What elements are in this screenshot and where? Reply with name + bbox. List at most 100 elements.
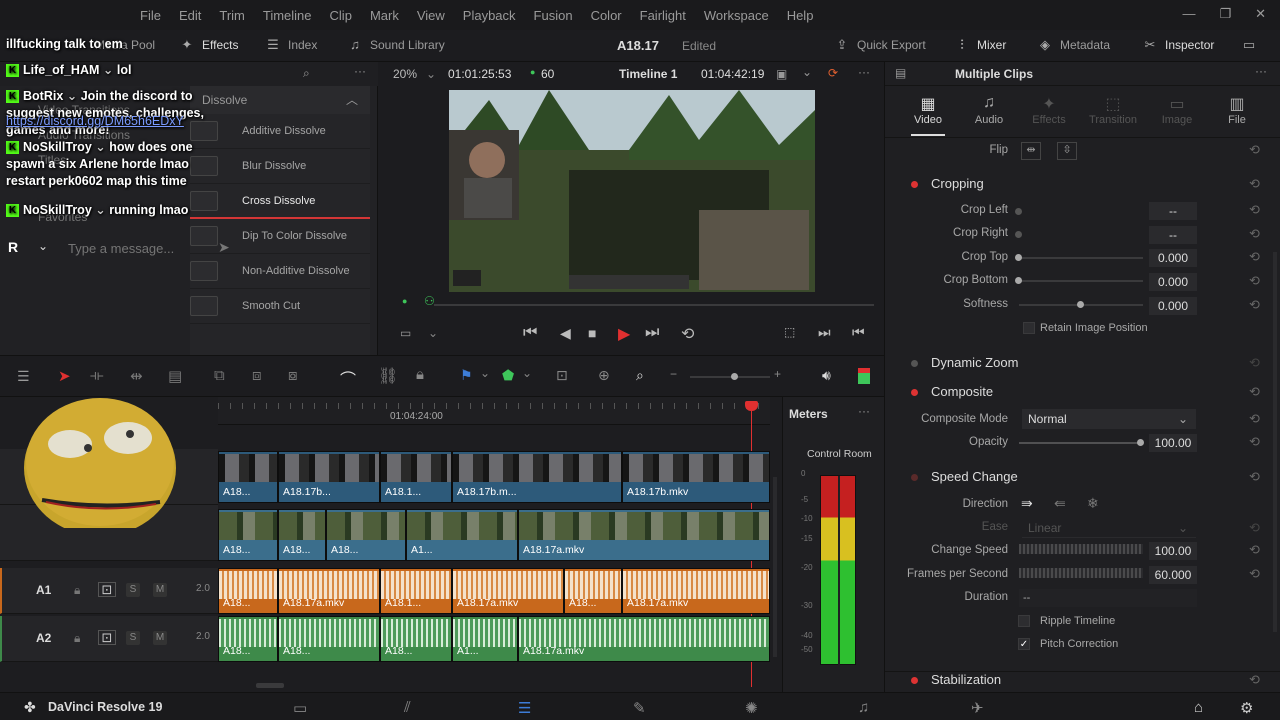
dynamic-zoom-section[interactable]: Dynamic Zoom ⟲ bbox=[885, 355, 1280, 375]
metadata-button[interactable]: ◈ Metadata bbox=[1038, 38, 1110, 53]
tab-video[interactable]: ▦ Video bbox=[893, 94, 963, 136]
transition-item[interactable]: Non-Additive Dissolve bbox=[190, 254, 370, 289]
opacity-value[interactable]: 100.00 bbox=[1149, 434, 1197, 452]
mute-button[interactable]: M bbox=[153, 583, 167, 597]
minimize-icon[interactable]: — bbox=[1182, 6, 1195, 22]
change-speed-slider[interactable] bbox=[1019, 544, 1143, 554]
timeline-clip[interactable]: A18... bbox=[218, 616, 278, 662]
panel-layout-icon[interactable]: ▤ bbox=[895, 66, 906, 80]
timeline-clip[interactable]: A18.17a.mkv bbox=[452, 568, 564, 614]
more-options-icon[interactable]: ··· bbox=[858, 404, 870, 418]
crop-top-track[interactable] bbox=[1019, 257, 1143, 259]
marker-icon[interactable]: ⬟ bbox=[502, 367, 514, 384]
scrub-bar[interactable] bbox=[434, 304, 874, 306]
lock-icon[interactable]: 🔒︎ bbox=[74, 583, 80, 598]
menu-workspace[interactable]: Workspace bbox=[704, 8, 769, 23]
quick-export-button[interactable]: ⇪ Quick Export bbox=[835, 38, 926, 53]
trim-tool-icon[interactable]: ⟛ bbox=[90, 367, 104, 384]
reset-icon[interactable]: ⟲ bbox=[1249, 226, 1260, 242]
stop-icon[interactable]: ■ bbox=[588, 325, 596, 341]
zoom-full-icon[interactable]: ⊡ bbox=[556, 367, 568, 384]
softness-value[interactable]: 0.000 bbox=[1149, 297, 1197, 315]
menu-fusion[interactable]: Fusion bbox=[534, 8, 573, 23]
crop-right-value[interactable]: -- bbox=[1149, 226, 1197, 244]
timeline-clip[interactable]: A18.1... bbox=[380, 568, 452, 614]
timeline-clip[interactable]: A18.17b.mkv bbox=[622, 451, 770, 503]
timeline-clip[interactable]: A18.17b.m... bbox=[452, 451, 622, 503]
timeline-clip[interactable]: A18... bbox=[218, 568, 278, 614]
enabled-dot-icon[interactable] bbox=[911, 389, 918, 396]
link-icon[interactable]: ⛓ bbox=[378, 366, 398, 386]
ease-select[interactable]: Linear ⌄ bbox=[1022, 518, 1196, 538]
maximize-icon[interactable]: ❐ bbox=[1219, 6, 1231, 22]
prev-clip-icon[interactable]: ⏮ bbox=[852, 324, 865, 341]
reset-icon[interactable]: ⟲ bbox=[1249, 273, 1260, 289]
reset-icon[interactable]: ⟲ bbox=[1249, 176, 1260, 192]
inspector-scrollbar[interactable] bbox=[1273, 252, 1277, 632]
mixer-button[interactable]: ⫶ Mixer bbox=[955, 38, 1006, 53]
auto-track-icon[interactable]: ⊡ bbox=[98, 582, 116, 597]
reset-icon[interactable]: ⟲ bbox=[1249, 469, 1260, 485]
reset-icon[interactable]: ⟲ bbox=[1249, 542, 1260, 558]
close-icon[interactable]: ✕ bbox=[1255, 6, 1266, 22]
speed-change-section[interactable]: Speed Change ⟲ bbox=[885, 469, 1280, 489]
zoom-detail-icon[interactable]: ⊕ bbox=[598, 367, 610, 384]
crop-top-slider[interactable] bbox=[1015, 254, 1022, 261]
viewer-options-icon[interactable]: ▣ bbox=[776, 67, 787, 81]
chevron-down-icon[interactable]: ⌄ bbox=[38, 239, 48, 253]
chevron-down-icon[interactable]: ⌄ bbox=[480, 366, 490, 380]
timeline-view-icon[interactable]: ☰ bbox=[17, 368, 30, 385]
opacity-slider[interactable] bbox=[1137, 439, 1144, 446]
crop-bottom-slider[interactable] bbox=[1015, 277, 1022, 284]
timeline-scrollbar[interactable] bbox=[256, 683, 284, 688]
crop-bottom-track[interactable] bbox=[1019, 280, 1143, 282]
menu-trim[interactable]: Trim bbox=[219, 8, 245, 23]
flip-horizontal-icon[interactable]: ⇹ bbox=[1021, 142, 1041, 160]
timeline-name[interactable]: Timeline 1 bbox=[619, 67, 677, 81]
solo-button[interactable]: S bbox=[126, 583, 140, 597]
crop-left-slider[interactable] bbox=[1015, 208, 1022, 215]
freeze-icon[interactable]: ❄ bbox=[1087, 495, 1099, 512]
tab-file[interactable]: ▥ File bbox=[1202, 94, 1272, 126]
menu-fairlight[interactable]: Fairlight bbox=[640, 8, 686, 23]
menu-help[interactable]: Help bbox=[787, 8, 814, 23]
transition-item[interactable]: Cross Dissolve bbox=[190, 184, 370, 219]
fairlight-page-icon[interactable]: ♫ bbox=[858, 699, 869, 716]
chevron-down-icon[interactable]: ⌄ bbox=[522, 366, 532, 380]
menu-mark[interactable]: Mark bbox=[370, 8, 399, 23]
lock-icon[interactable]: 🔒︎ bbox=[74, 631, 80, 646]
tab-effects[interactable]: ✦ Effects bbox=[1014, 94, 1084, 126]
timeline-vertical-scrollbar[interactable] bbox=[773, 477, 777, 657]
chat-link[interactable]: https://discord.gg/DM65h6EDxY bbox=[6, 114, 184, 128]
more-options-icon[interactable]: ··· bbox=[354, 64, 366, 78]
reset-icon[interactable]: ⟲ bbox=[1249, 249, 1260, 265]
transition-item[interactable]: Additive Dissolve bbox=[190, 114, 370, 149]
color-page-icon[interactable]: ✺ bbox=[745, 699, 758, 717]
dynamic-trim-icon[interactable]: ⇹ bbox=[130, 367, 143, 385]
ripple-timeline-checkbox[interactable] bbox=[1018, 615, 1030, 627]
zoom-in-icon[interactable]: + bbox=[774, 367, 781, 381]
fps-value[interactable]: 60.000 bbox=[1149, 566, 1197, 584]
timeline-clip[interactable]: A18... bbox=[278, 616, 380, 662]
zoom-out-icon[interactable]: − bbox=[670, 367, 677, 381]
timeline-clip[interactable]: A18.17a.mkv bbox=[518, 616, 770, 662]
crop-bottom-value[interactable]: 0.000 bbox=[1149, 273, 1197, 291]
reset-icon[interactable]: ⟲ bbox=[1249, 355, 1260, 371]
transition-item[interactable]: Blur Dissolve bbox=[190, 149, 370, 184]
duration-value[interactable]: -- bbox=[1019, 589, 1197, 607]
timeline-ruler[interactable]: 01:04:24:00 bbox=[218, 397, 770, 425]
selection-tool-icon[interactable]: ➤ bbox=[58, 367, 71, 385]
zoom-slider-track[interactable] bbox=[690, 376, 770, 378]
timeline-clip[interactable]: A18... bbox=[218, 509, 278, 561]
timeline-clip[interactable]: A1... bbox=[406, 509, 518, 561]
next-clip-icon[interactable]: ⏭ bbox=[818, 324, 831, 341]
enabled-dot-icon[interactable] bbox=[911, 677, 918, 684]
loop-icon[interactable]: ⟲ bbox=[681, 324, 694, 344]
reset-icon[interactable]: ⟲ bbox=[1249, 297, 1260, 313]
zoom-custom-icon[interactable]: ⌕ bbox=[636, 367, 644, 384]
composite-mode-select[interactable]: Normal ⌄ bbox=[1022, 409, 1196, 429]
more-options-icon[interactable]: ··· bbox=[1255, 64, 1267, 78]
menu-color[interactable]: Color bbox=[591, 8, 622, 23]
reset-icon[interactable]: ⟲ bbox=[1249, 142, 1260, 158]
menu-file[interactable]: File bbox=[140, 8, 161, 23]
